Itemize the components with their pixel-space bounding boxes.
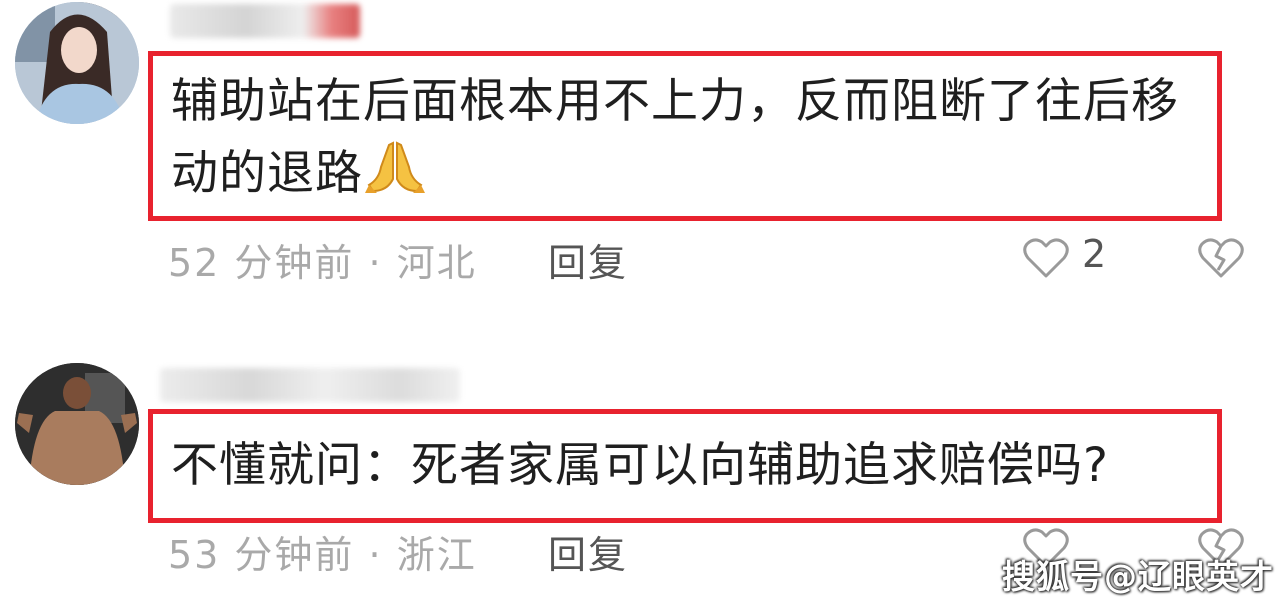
commenter-avatar[interactable]	[15, 363, 139, 485]
comment-text: 不懂就问：死者家属可以向辅助追求赔偿吗?	[171, 438, 1109, 493]
reply-button[interactable]: 回复	[548, 524, 628, 579]
like-count: 2	[1082, 232, 1107, 276]
watermark: 搜狐号@辽眼英才	[1002, 557, 1274, 596]
blurred-username	[170, 4, 360, 38]
comment-text: 辅助站在后面根本用不上力，反而阻断了往后移动的退路	[171, 74, 1179, 201]
blurred-username	[160, 368, 460, 402]
avatar-image	[15, 2, 139, 124]
meta-separator: ·	[368, 533, 383, 577]
broken-heart-icon[interactable]	[1197, 236, 1245, 280]
comment-meta: 53 分钟前 · 浙江	[168, 524, 477, 579]
meta-separator: ·	[368, 241, 383, 285]
highlighted-comment: 辅助站在后面根本用不上力，反而阻断了往后移动的退路	[148, 51, 1222, 221]
reply-button[interactable]: 回复	[548, 232, 628, 287]
comment-location: 浙江	[396, 533, 477, 577]
comment-time: 52 分钟前	[168, 241, 355, 285]
heart-outline-icon[interactable]	[1022, 236, 1070, 280]
comment-location: 河北	[396, 241, 477, 285]
praying-hands-emoji	[363, 139, 427, 195]
comment-meta: 52 分钟前 · 河北	[168, 232, 477, 287]
highlighted-comment: 不懂就问：死者家属可以向辅助追求赔偿吗?	[148, 409, 1222, 523]
commenter-avatar[interactable]	[15, 2, 139, 124]
comment-time: 53 分钟前	[168, 533, 355, 577]
avatar-image	[15, 363, 139, 485]
